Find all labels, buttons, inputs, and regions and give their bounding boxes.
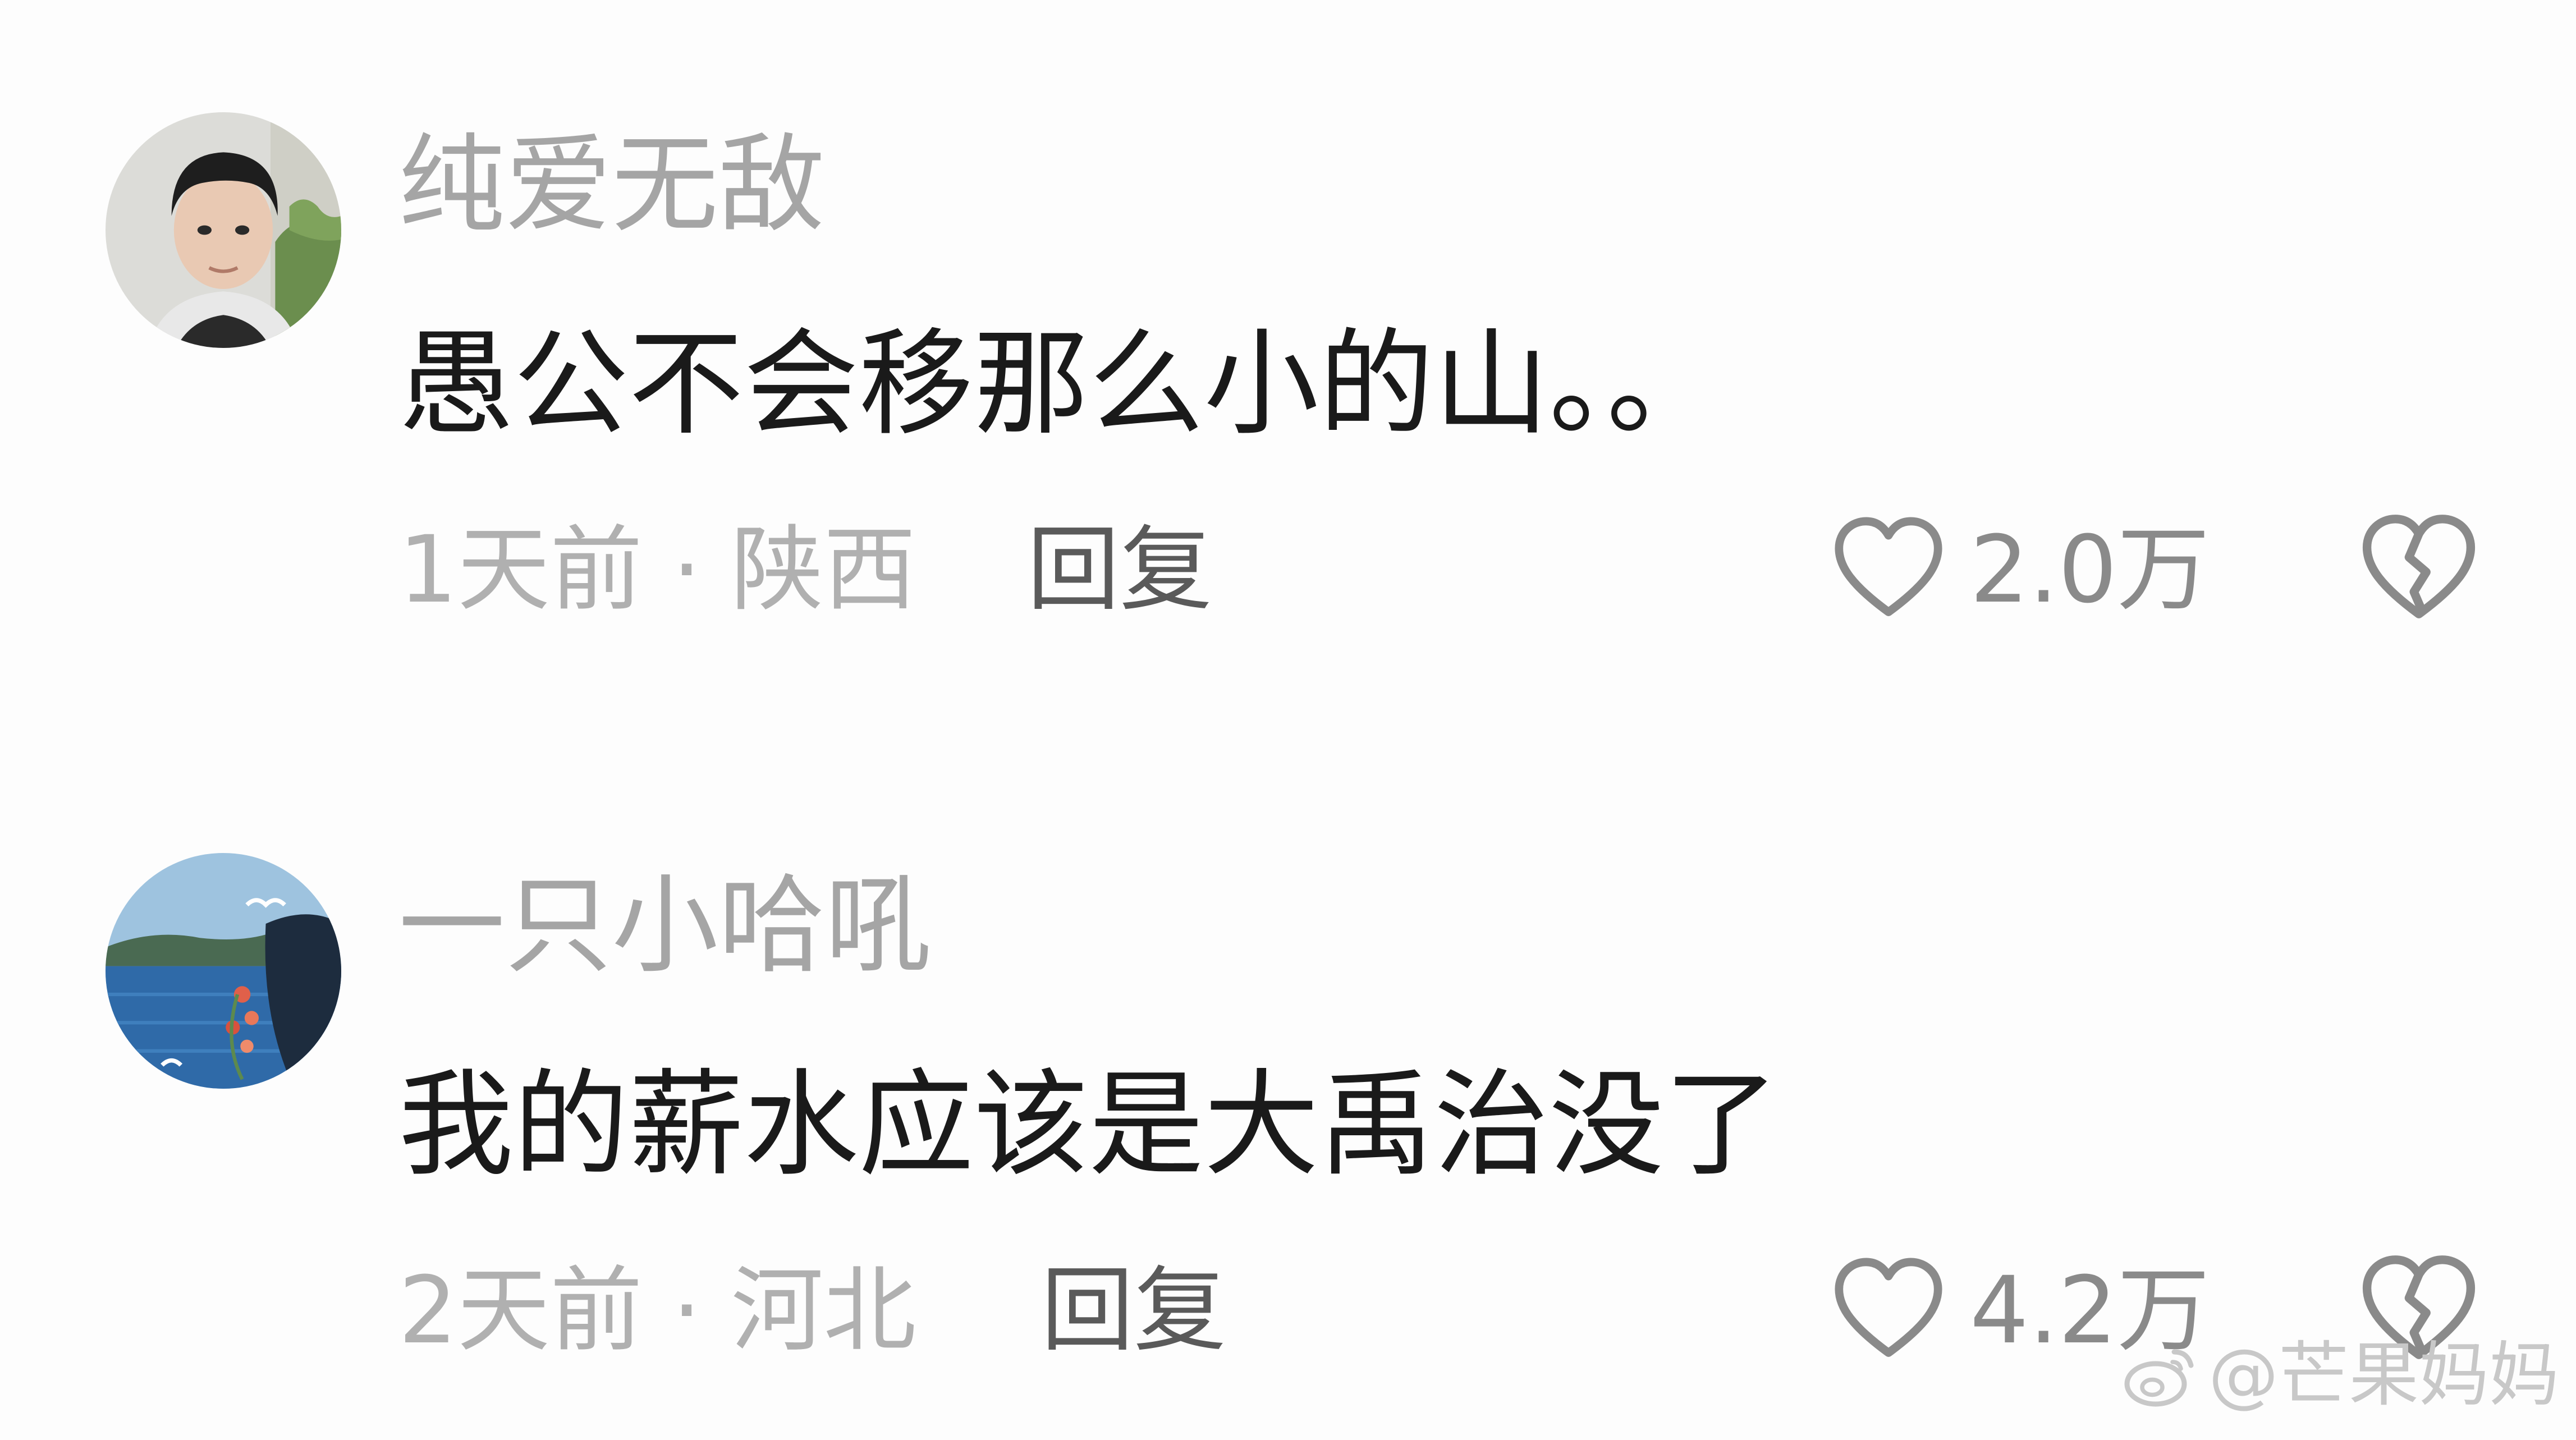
username[interactable]: 一只小哈吼 <box>398 861 932 990</box>
watermark: @芒果妈妈 <box>2119 1333 2559 1418</box>
comment-location: 河北 <box>731 1256 916 1364</box>
broken-heart-icon <box>2362 515 2476 618</box>
comment-location: 陕西 <box>731 516 916 623</box>
comment-list: 纯爱无敌 愚公不会移那么小的山。。 1天前 · 陕西 回复 2.0万 一只小哈吼… <box>0 0 2576 1440</box>
avatar[interactable] <box>106 853 341 1089</box>
comment-time: 1天前 <box>398 516 643 623</box>
comment-text: 我的薪水应该是大禹治没了 <box>398 1058 1779 1192</box>
meta-separator: · <box>672 516 702 623</box>
reply-button[interactable]: 回复 <box>1027 511 1212 629</box>
avatar-man-photo-icon <box>106 112 341 348</box>
comment-meta: 2天前 · 河北 <box>398 1251 916 1369</box>
avatar-seaside-photo-icon <box>106 853 341 1089</box>
comment-text: 愚公不会移那么小的山。。 <box>398 318 1722 451</box>
heart-outline-icon <box>1835 517 1942 616</box>
like-count: 2.0万 <box>1970 516 2210 623</box>
comment-item: 纯爱无敌 愚公不会移那么小的山。。 1天前 · 陕西 回复 2.0万 <box>0 0 2576 673</box>
watermark-text: @芒果妈妈 <box>2208 1334 2559 1416</box>
comment-meta: 1天前 · 陕西 <box>398 511 916 629</box>
weibo-icon <box>2124 1349 2194 1407</box>
avatar[interactable] <box>106 112 341 348</box>
heart-outline-icon <box>1835 1258 1942 1357</box>
comment-item: 一只小哈吼 我的薪水应该是大禹治没了 2天前 · 河北 回复 4.2万 <box>0 741 2576 1414</box>
meta-separator: · <box>672 1256 702 1364</box>
comment-time: 2天前 <box>398 1256 643 1364</box>
dislike-button[interactable] <box>2357 508 2481 631</box>
username[interactable]: 纯爱无敌 <box>398 121 825 250</box>
like-button[interactable]: 2.0万 <box>1830 508 2210 631</box>
reply-button[interactable]: 回复 <box>1041 1251 1226 1369</box>
